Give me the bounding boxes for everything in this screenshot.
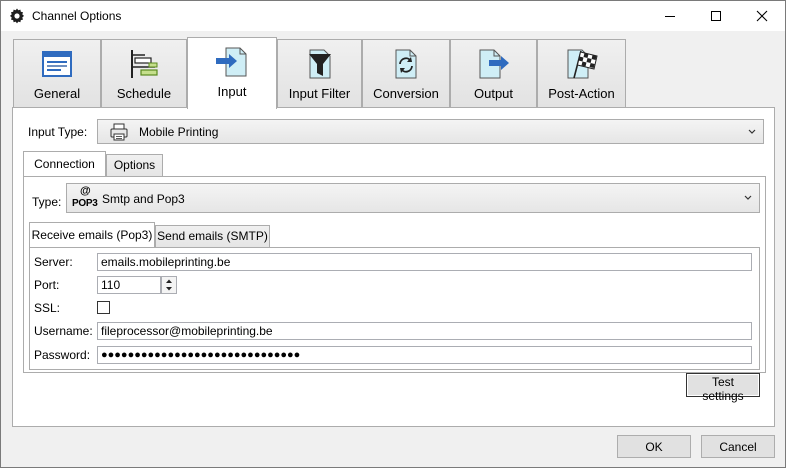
minimize-button[interactable] [647,1,693,31]
tab-conversion[interactable]: Conversion [362,39,450,107]
connection-type-combobox[interactable]: @ POP3 Smtp and Pop3 [66,183,760,213]
maximize-icon [711,11,721,21]
server-label: Server: [34,255,73,269]
tab-input-filter[interactable]: Input Filter [277,39,362,107]
pop3-icon: @ POP3 [72,185,100,212]
pop3-icon-at: @ [80,185,91,197]
pop3-icon-label: POP3 [72,198,98,209]
tab-connection[interactable]: Connection [23,151,106,176]
printer-icon [110,123,128,141]
ssl-checkbox[interactable] [97,301,110,314]
window-title: Channel Options [32,9,122,23]
tab-post-action[interactable]: Post-Action [537,39,626,107]
tab-label: Input [217,84,247,99]
chevron-up-icon[interactable] [162,277,176,285]
tab-input[interactable]: Input [187,37,277,109]
password-label: Password: [34,348,91,362]
ok-button[interactable]: OK [617,435,691,458]
input-type-combobox[interactable]: Mobile Printing [97,119,764,144]
filter-icon [308,49,331,79]
chevron-down-icon [744,195,752,200]
type-label: Type: [32,195,62,209]
test-settings-button[interactable]: Test settings [686,373,760,403]
input-type-value: Mobile Printing [139,125,219,139]
connection-panel: Type: @ POP3 Smtp and Pop3 Receive email… [23,176,766,373]
input-tab-panel: Input Type: Mobile Printing Connection O… [12,107,775,427]
mail-tab-strip: Receive emails (Pop3) Send emails (SMTP) [29,222,289,247]
input-type-label: Input Type: [28,125,88,139]
tab-label: Options [113,158,156,172]
chevron-down-icon [748,129,756,134]
tab-label: Input Filter [288,86,351,101]
server-input[interactable]: emails.mobileprinting.be [97,253,752,271]
document-arrow-out-icon [479,49,509,79]
tab-receive-emails[interactable]: Receive emails (Pop3) [29,222,155,247]
username-label: Username: [34,324,93,338]
checkered-flag-icon [567,49,598,79]
tab-label: Conversion [373,86,439,101]
ssl-label: SSL: [34,301,61,315]
title-bar: Channel Options [1,1,785,31]
tab-label: Connection [34,157,95,171]
port-input[interactable]: 110 [97,276,161,294]
cancel-button[interactable]: Cancel [701,435,775,458]
tab-label: Send emails (SMTP) [157,229,268,243]
port-stepper[interactable] [161,276,177,294]
tab-label: Post-Action [548,86,615,101]
tab-label: Output [473,86,514,101]
tab-send-emails[interactable]: Send emails (SMTP) [155,225,270,247]
convert-document-icon [395,49,417,79]
pop3-settings-panel: Server: emails.mobileprinting.be Port: 1… [29,247,760,370]
tab-label: Schedule [116,86,172,101]
close-icon [756,10,768,22]
chevron-down-icon[interactable] [162,285,176,293]
connection-tab-strip: Connection Options [23,151,223,176]
connection-type-value: Smtp and Pop3 [102,192,185,206]
minimize-icon [665,16,675,17]
tab-label: General [33,86,81,101]
username-input[interactable]: fileprocessor@mobileprinting.be [97,322,752,340]
channel-options-window: Channel Options General Schedule Input I… [0,0,786,468]
tab-general[interactable]: General [13,39,101,107]
gear-icon [10,8,24,24]
document-arrow-in-icon [216,47,247,77]
port-label: Port: [34,278,60,292]
maximize-button[interactable] [693,1,739,31]
window-icon [42,51,72,77]
tab-output[interactable]: Output [450,39,537,107]
password-input[interactable]: ●●●●●●●●●●●●●●●●●●●●●●●●●●●●●● [97,346,752,364]
tab-schedule[interactable]: Schedule [101,39,187,107]
schedule-timeline-icon [131,50,158,78]
tab-options[interactable]: Options [106,154,163,176]
tab-label: Receive emails (Pop3) [31,228,153,242]
close-button[interactable] [739,1,785,31]
